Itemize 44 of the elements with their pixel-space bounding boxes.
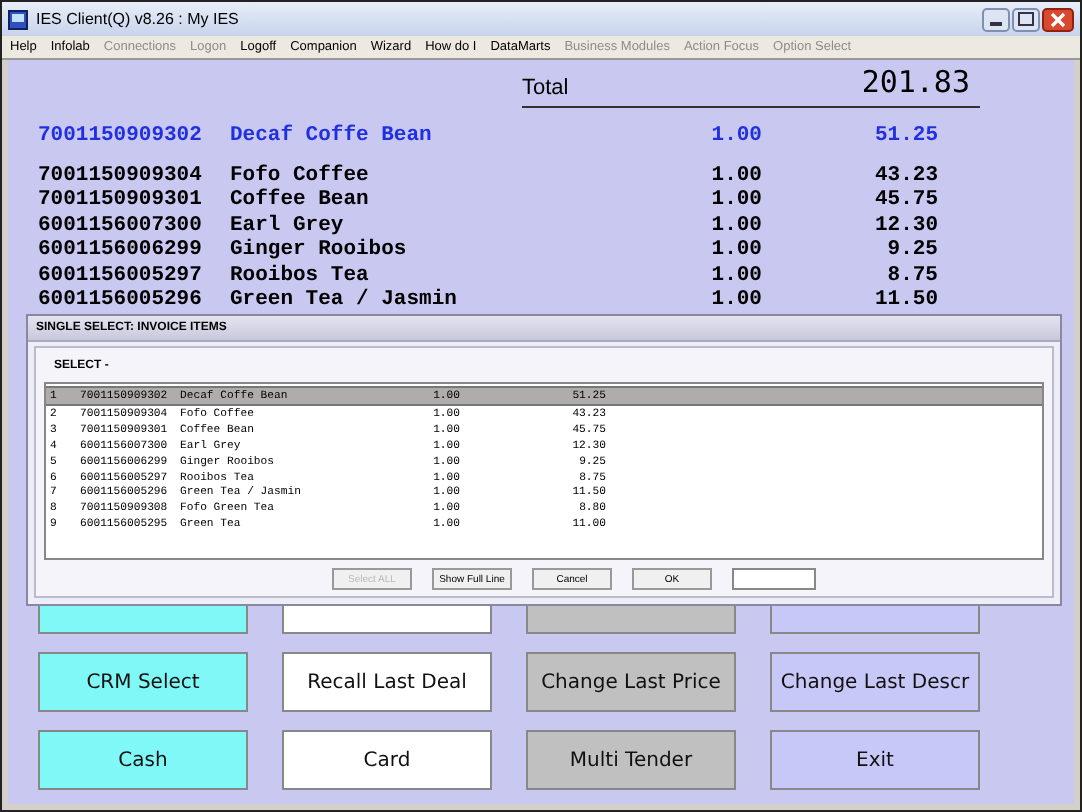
- minimize-icon[interactable]: [982, 7, 1010, 31]
- item-qty: 1.00: [709, 263, 762, 289]
- item-qty: 1.00: [709, 238, 762, 264]
- action-button[interactable]: Recall Last Deal: [282, 652, 492, 712]
- item-qty: 1.00: [709, 288, 762, 315]
- window-title: IES Client(Q) v8.26 : My IES: [36, 10, 239, 28]
- item-code: 6001156006299: [38, 238, 204, 264]
- action-button[interactable]: Multi Tender: [526, 730, 736, 790]
- item-qty: 1.00: [709, 163, 762, 189]
- action-button[interactable]: CRM Select: [38, 652, 248, 712]
- item-amount: 11.50: [872, 288, 938, 315]
- item-code: 6001156005297: [38, 263, 204, 289]
- app-icon: [8, 9, 28, 29]
- item-code: 7001150909302: [38, 124, 204, 151]
- item-amount: 51.25: [872, 124, 938, 151]
- total-value: 201.83: [861, 64, 970, 100]
- action-button[interactable]: Cash: [38, 730, 248, 790]
- item-amount: 45.75: [872, 188, 938, 214]
- action-button[interactable]: Change Last Price: [526, 652, 736, 712]
- action-button[interactable]: Exit: [770, 730, 980, 790]
- item-description: Rooibos Tea: [230, 263, 371, 288]
- maximize-icon[interactable]: [1012, 7, 1040, 31]
- total-label: Total: [522, 76, 569, 100]
- item-description: Earl Grey: [230, 213, 346, 238]
- item-amount: 8.75: [885, 263, 938, 289]
- input-field[interactable]: [732, 568, 816, 590]
- item-code: 7001150909304: [38, 163, 204, 189]
- item-description: Decaf Coffe Bean: [230, 124, 434, 151]
- item-description: Coffee Bean: [230, 188, 371, 214]
- item-qty: 1.00: [709, 213, 762, 239]
- item-description: Ginger Rooibos: [230, 238, 409, 264]
- item-code: 6001156005296: [38, 288, 204, 315]
- close-icon[interactable]: [1042, 7, 1074, 31]
- item-amount: 43.23: [872, 163, 938, 189]
- action-button[interactable]: Card: [282, 730, 492, 790]
- item-qty: 1.00: [709, 124, 762, 151]
- item-amount: 12.30: [872, 213, 938, 239]
- item-description: Fofo Coffee: [230, 163, 371, 188]
- item-code: 6001156007300: [38, 213, 204, 239]
- item-qty: 1.00: [709, 188, 762, 214]
- item-amount: 9.25: [885, 238, 938, 264]
- item-description: Green Tea / Jasmin: [230, 288, 459, 315]
- action-button[interactable]: Change Last Descr: [770, 652, 980, 712]
- item-code: 7001150909301: [38, 188, 204, 214]
